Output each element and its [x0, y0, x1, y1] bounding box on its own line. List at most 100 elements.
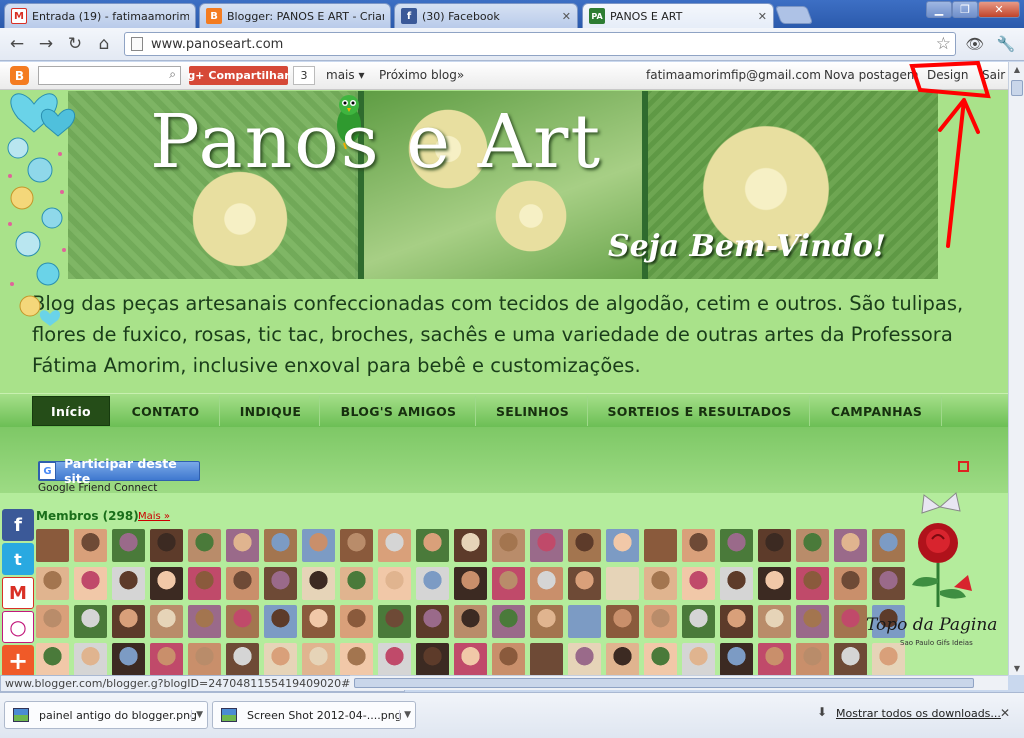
member-avatar[interactable]: [150, 529, 183, 562]
member-avatar[interactable]: [530, 567, 563, 600]
scroll-down-icon[interactable]: ▼: [1009, 661, 1024, 675]
member-avatar[interactable]: [758, 529, 791, 562]
member-avatar[interactable]: [340, 529, 373, 562]
member-avatar[interactable]: [834, 529, 867, 562]
tab-facebook[interactable]: f (30) Facebook ✕: [394, 3, 578, 28]
member-avatar[interactable]: [492, 567, 525, 600]
forward-icon[interactable]: →: [35, 33, 57, 55]
horizontal-scrollbar[interactable]: [350, 675, 1008, 690]
member-avatar[interactable]: [606, 643, 639, 675]
member-avatar[interactable]: [454, 643, 487, 675]
member-avatar[interactable]: [644, 567, 677, 600]
member-avatar[interactable]: [606, 567, 639, 600]
orkut-share-icon[interactable]: ○: [2, 611, 34, 643]
member-avatar[interactable]: [644, 605, 677, 638]
member-avatar[interactable]: [150, 605, 183, 638]
member-avatar[interactable]: [644, 529, 677, 562]
member-avatar[interactable]: [682, 643, 715, 675]
more-share-icon[interactable]: +: [2, 645, 34, 675]
member-avatar[interactable]: [568, 605, 601, 638]
member-avatar[interactable]: [416, 643, 449, 675]
member-avatar[interactable]: [264, 529, 297, 562]
member-avatar[interactable]: [226, 605, 259, 638]
tab-blogger[interactable]: B Blogger: PANOS E ART - Criar: [199, 3, 391, 28]
member-avatar[interactable]: [796, 605, 829, 638]
close-window-button[interactable]: ✕: [978, 1, 1020, 18]
member-avatar[interactable]: [36, 529, 69, 562]
scroll-up-icon[interactable]: ▲: [1009, 62, 1024, 76]
back-icon[interactable]: ←: [6, 33, 28, 55]
menu-item-campanhas[interactable]: CAMPANHAS: [812, 396, 942, 426]
member-avatar[interactable]: [796, 567, 829, 600]
member-avatar[interactable]: [378, 643, 411, 675]
menu-item-blogs-amigos[interactable]: BLOG'S AMIGOS: [322, 396, 476, 426]
close-icon[interactable]: ✕: [758, 10, 767, 23]
reload-icon[interactable]: ↻: [64, 33, 86, 55]
member-avatar[interactable]: [226, 643, 259, 675]
user-email[interactable]: fatimaamorimfip@gmail.com: [646, 68, 821, 82]
member-avatar[interactable]: [36, 567, 69, 600]
member-avatar[interactable]: [188, 567, 221, 600]
member-avatar[interactable]: [834, 643, 867, 675]
close-icon[interactable]: ✕: [1000, 706, 1010, 720]
member-avatar[interactable]: [378, 529, 411, 562]
member-avatar[interactable]: [74, 643, 107, 675]
member-avatar[interactable]: [682, 529, 715, 562]
hscroll-thumb[interactable]: [354, 678, 974, 688]
minimize-button[interactable]: ▁: [926, 1, 952, 18]
maximize-button[interactable]: ❐: [952, 1, 978, 18]
member-avatar[interactable]: [492, 643, 525, 675]
twitter-share-icon[interactable]: t: [2, 543, 34, 575]
wrench-icon[interactable]: 🔧: [995, 33, 1017, 55]
member-avatar[interactable]: [416, 567, 449, 600]
top-of-page-link[interactable]: Topo da Pagina: [866, 615, 997, 635]
member-avatar[interactable]: [682, 605, 715, 638]
member-avatar[interactable]: [454, 567, 487, 600]
join-site-button[interactable]: G Participar deste site: [38, 456, 200, 486]
vertical-scrollbar[interactable]: ▲ ▼: [1008, 62, 1024, 675]
member-avatar[interactable]: [872, 643, 905, 675]
address-bar[interactable]: www.panoseart.com ☆: [124, 32, 956, 56]
design-link[interactable]: Design: [927, 68, 968, 82]
members-more-link[interactable]: Mais »: [138, 511, 170, 522]
member-avatar[interactable]: [530, 643, 563, 675]
member-avatar[interactable]: [36, 643, 69, 675]
gmail-share-icon[interactable]: M: [2, 577, 34, 609]
member-avatar[interactable]: [340, 643, 373, 675]
member-avatar[interactable]: [112, 643, 145, 675]
tab-panos-e-art[interactable]: PA PANOS E ART ✕: [582, 3, 774, 28]
member-avatar[interactable]: [226, 567, 259, 600]
member-avatar[interactable]: [720, 643, 753, 675]
member-avatar[interactable]: [302, 605, 335, 638]
member-avatar[interactable]: [454, 605, 487, 638]
member-avatar[interactable]: [264, 643, 297, 675]
member-avatar[interactable]: [492, 529, 525, 562]
member-avatar[interactable]: [720, 605, 753, 638]
member-avatar[interactable]: [834, 605, 867, 638]
member-avatar[interactable]: [150, 643, 183, 675]
member-avatar[interactable]: [758, 605, 791, 638]
logout-link[interactable]: Sair: [982, 68, 1005, 82]
member-avatar[interactable]: [340, 605, 373, 638]
new-tab-button[interactable]: [774, 6, 814, 24]
download-item[interactable]: Screen Shot 2012-04-....png ▼: [212, 701, 416, 729]
member-avatar[interactable]: [758, 567, 791, 600]
member-avatar[interactable]: [112, 567, 145, 600]
member-avatar[interactable]: [454, 529, 487, 562]
download-item[interactable]: painel antigo do blogger.png ▼: [4, 701, 208, 729]
menu-item-inicio[interactable]: Início: [32, 396, 110, 426]
member-avatar[interactable]: [720, 529, 753, 562]
member-avatar[interactable]: [74, 529, 107, 562]
member-avatar[interactable]: [568, 567, 601, 600]
member-avatar[interactable]: [606, 529, 639, 562]
tab-gmail[interactable]: M Entrada (19) - fatimaamorimfi: [4, 3, 196, 28]
member-avatar[interactable]: [758, 643, 791, 675]
member-avatar[interactable]: [378, 567, 411, 600]
show-all-downloads-link[interactable]: Mostrar todos os downloads...: [836, 707, 1001, 720]
member-avatar[interactable]: [188, 529, 221, 562]
member-avatar[interactable]: [302, 643, 335, 675]
member-avatar[interactable]: [834, 567, 867, 600]
member-avatar[interactable]: [302, 567, 335, 600]
menu-item-contato[interactable]: CONTATO: [112, 396, 220, 426]
menu-item-indique[interactable]: INDIQUE: [222, 396, 320, 426]
